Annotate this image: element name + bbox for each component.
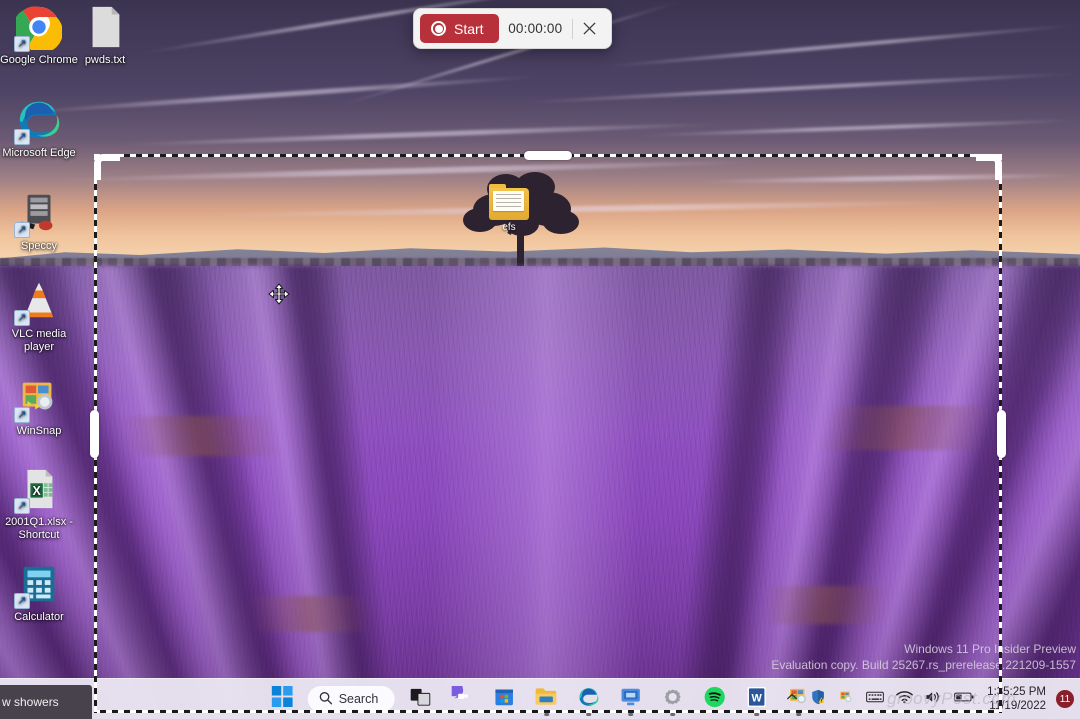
- chat-icon: [451, 686, 473, 713]
- desktop-icon-speccy[interactable]: ↗ Speccy: [0, 190, 78, 253]
- close-button[interactable]: [573, 14, 605, 44]
- running-indicator: [544, 713, 549, 716]
- clock-date: 11/19/2022: [987, 699, 1046, 713]
- svg-text:X: X: [32, 484, 41, 498]
- security-tray-button[interactable]: [805, 683, 831, 715]
- text-file-icon: [82, 4, 128, 50]
- edge-icon: [577, 686, 599, 713]
- desktop-icon-label: Calculator: [0, 611, 78, 624]
- taskbar-spotify-button[interactable]: [695, 681, 733, 717]
- folder-label: efs: [487, 222, 531, 233]
- running-indicator: [754, 713, 759, 716]
- taskbar-remote-desktop-button[interactable]: [611, 681, 649, 717]
- watermark-line-1: Windows 11 Pro Insider Preview: [771, 641, 1076, 657]
- start-recording-button[interactable]: Start: [420, 14, 499, 43]
- close-icon: [583, 22, 596, 35]
- running-indicator: [586, 713, 591, 716]
- taskbar-settings-button[interactable]: [653, 681, 691, 717]
- system-tray: 1:35:25 PM 11/19/2022 11: [781, 683, 1074, 715]
- desktop-folder-efs[interactable]: efs: [487, 188, 531, 233]
- word-icon: W: [746, 686, 766, 713]
- taskbar-word-button[interactable]: W: [737, 681, 775, 717]
- desktop-icon-pwds-txt[interactable]: pwds.txt: [66, 4, 144, 67]
- winsnap-tray-button[interactable]: [833, 683, 859, 715]
- speaker-icon: [925, 690, 942, 709]
- start-button-label: Start: [454, 21, 484, 37]
- svg-text:W: W: [751, 692, 762, 704]
- search-icon: [319, 691, 333, 708]
- taskbar-center-group: Search: [263, 681, 818, 717]
- volume-button[interactable]: [920, 683, 947, 715]
- taskbar-file-explorer-button[interactable]: [527, 681, 565, 717]
- weather-widget[interactable]: w showers: [0, 685, 92, 719]
- shield-warning-icon: [810, 689, 826, 710]
- taskbar-start-button[interactable]: [263, 681, 301, 717]
- taskbar-task-view-button[interactable]: [401, 681, 439, 717]
- notification-badge[interactable]: 11: [1056, 690, 1074, 708]
- taskbar-edge-button[interactable]: [569, 681, 607, 717]
- spotify-icon: [703, 686, 725, 713]
- desktop-icon-label: Speccy: [0, 240, 78, 253]
- taskbar-chat-button[interactable]: [443, 681, 481, 717]
- excel-file-icon: X ↗: [16, 466, 62, 512]
- desktop-icon-winsnap[interactable]: ↗ WinSnap: [0, 375, 78, 438]
- shortcut-arrow-icon: ↗: [14, 36, 30, 52]
- taskbar-microsoft-store-button[interactable]: [485, 681, 523, 717]
- remote-desktop-icon: [619, 686, 641, 713]
- desktop-icon-label: 2001Q1.xlsx - Shortcut: [0, 516, 78, 542]
- show-hidden-icons-button[interactable]: [781, 683, 803, 715]
- winsnap-icon: ↗: [16, 375, 62, 421]
- battery-icon: [954, 690, 974, 708]
- shortcut-arrow-icon: ↗: [14, 498, 30, 514]
- desktop-icon-label: VLC media player: [0, 328, 78, 354]
- clock-time: 1:35:25 PM: [987, 685, 1046, 699]
- watermark-line-2: Evaluation copy. Build 25267.rs_prerelea…: [771, 657, 1076, 673]
- shortcut-arrow-icon: ↗: [14, 310, 30, 326]
- shortcut-arrow-icon: ↗: [14, 407, 30, 423]
- keyboard-layout-button[interactable]: [861, 683, 889, 715]
- winsnap-icon: [838, 689, 854, 710]
- desktop-icon-2001q1-xlsx-shortcut[interactable]: X ↗ 2001Q1.xlsx - Shortcut: [0, 466, 78, 542]
- calculator-icon: ↗: [16, 561, 62, 607]
- running-indicator: [670, 713, 675, 716]
- record-circle-icon: [431, 21, 446, 36]
- microsoft-store-icon: [494, 686, 515, 712]
- desktop-icon-label: WinSnap: [0, 425, 78, 438]
- network-button[interactable]: [891, 683, 918, 715]
- recording-timer: 00:00:00: [499, 21, 572, 36]
- running-indicator: [628, 713, 633, 716]
- weather-text: w showers: [2, 695, 59, 709]
- gear-icon: [661, 686, 683, 713]
- speccy-icon: ↗: [16, 190, 62, 236]
- taskbar-search-button[interactable]: Search: [307, 685, 396, 713]
- desktop-icon-label: Microsoft Edge: [0, 147, 78, 160]
- screen-recorder-toolbar[interactable]: Start 00:00:00: [413, 8, 612, 49]
- folder-icon: [489, 188, 529, 220]
- chrome-icon: ↗: [16, 4, 62, 50]
- vlc-cone-icon: ↗: [16, 278, 62, 324]
- chevron-up-icon: [786, 690, 798, 708]
- windows-logo-icon: [271, 686, 292, 712]
- edge-icon: ↗: [16, 97, 62, 143]
- desktop[interactable]: ↗ Google Chrome pwds.txt ↗ Microsoft Edg…: [0, 0, 1080, 719]
- desktop-icon-microsoft-edge[interactable]: ↗ Microsoft Edge: [0, 97, 78, 160]
- taskbar-clock[interactable]: 1:35:25 PM 11/19/2022: [981, 685, 1052, 713]
- battery-button[interactable]: [949, 683, 979, 715]
- taskbar[interactable]: Search: [0, 678, 1080, 719]
- move-cursor: [268, 283, 290, 305]
- shortcut-arrow-icon: ↗: [14, 222, 30, 238]
- shortcut-arrow-icon: ↗: [14, 593, 30, 609]
- desktop-icon-label: pwds.txt: [66, 54, 144, 67]
- keyboard-icon: [866, 690, 884, 709]
- shortcut-arrow-icon: ↗: [14, 129, 30, 145]
- taskbar-search-label: Search: [339, 692, 379, 706]
- desktop-icon-vlc-media-player[interactable]: ↗ VLC media player: [0, 278, 78, 354]
- windows-watermark: Windows 11 Pro Insider Preview Evaluatio…: [771, 641, 1076, 673]
- wifi-icon: [896, 690, 913, 709]
- task-view-icon: [409, 687, 431, 712]
- file-explorer-icon: [535, 686, 558, 712]
- desktop-icon-calculator[interactable]: ↗ Calculator: [0, 561, 78, 624]
